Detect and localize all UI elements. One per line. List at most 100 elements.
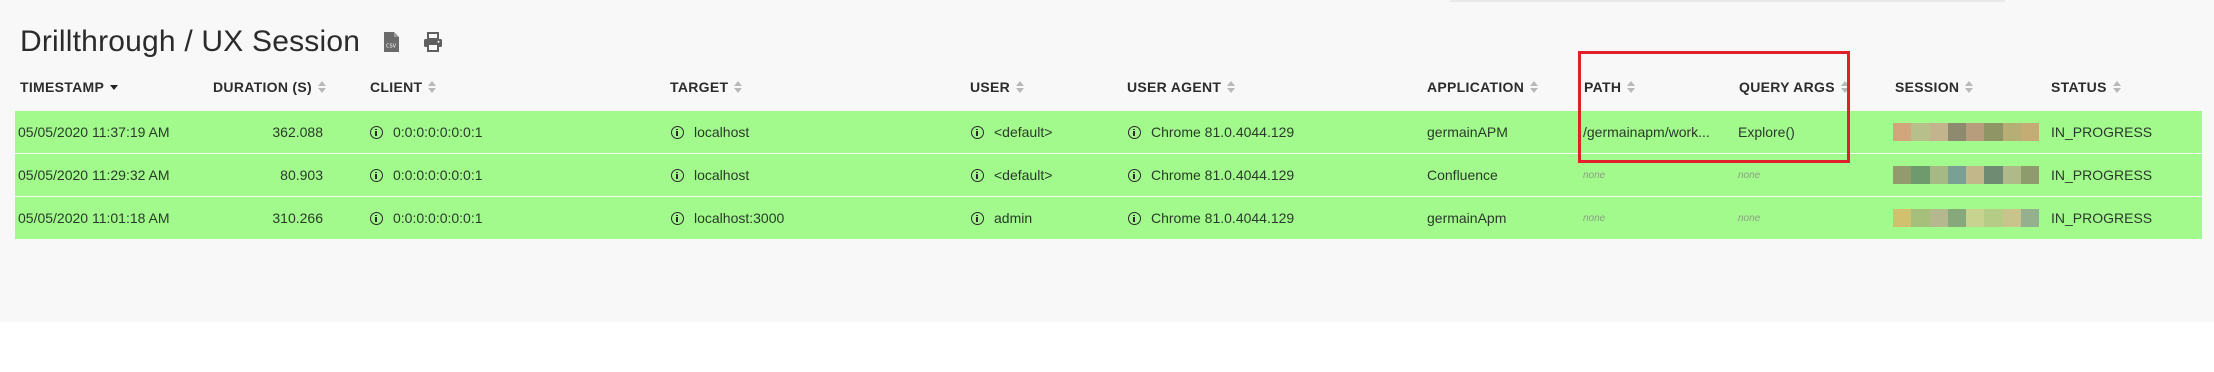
column-header-label: CLIENT xyxy=(370,79,423,95)
cell-text: IN_PROGRESS xyxy=(2051,124,2153,140)
cell-duration: 362.088 xyxy=(185,111,323,153)
info-icon[interactable] xyxy=(671,125,684,139)
cell-text: <default> xyxy=(994,124,1053,140)
session-thumbnail[interactable] xyxy=(1893,123,2039,141)
sort-icon[interactable] xyxy=(318,80,326,94)
cell-path: none xyxy=(1583,197,1733,239)
column-header-duration[interactable]: DURATION (S) xyxy=(213,72,326,102)
top-divider xyxy=(1450,0,2005,2)
cell-text: 0:0:0:0:0:0:0:1 xyxy=(393,167,483,183)
cell-application: Confluence xyxy=(1427,154,1567,196)
cell-text: 05/05/2020 11:29:32 AM xyxy=(18,167,170,183)
cell-text: 0:0:0:0:0:0:0:1 xyxy=(393,124,483,140)
cell-client: 0:0:0:0:0:0:0:1 xyxy=(370,197,650,239)
column-header-label: USER AGENT xyxy=(1127,79,1222,95)
column-header-status[interactable]: STATUS xyxy=(2051,72,2121,102)
cell-query-args: none xyxy=(1738,197,1878,239)
cell-text: localhost xyxy=(694,124,750,140)
cell-text: admin xyxy=(994,210,1033,226)
cell-session xyxy=(1893,111,2043,153)
cell-target: localhost xyxy=(671,111,951,153)
cell-text: IN_PROGRESS xyxy=(2051,167,2153,183)
info-icon[interactable] xyxy=(671,168,684,182)
table-row[interactable]: 05/05/2020 11:29:32 AM 80.903 0:0:0:0:0:0:… xyxy=(15,154,2202,196)
column-header-label: USER xyxy=(970,79,1011,95)
title-bar: Drillthrough / UX Session CSV xyxy=(20,20,444,64)
cell-user: admin xyxy=(971,197,1111,239)
app-root: Drillthrough / UX Session CSV TIMESTAMP D… xyxy=(0,0,2214,322)
cell-text: Chrome 81.0.4044.129 xyxy=(1151,210,1295,226)
cell-timestamp: 05/05/2020 11:29:32 AM xyxy=(18,154,208,196)
cell-text: 0:0:0:0:0:0:0:1 xyxy=(393,210,483,226)
sort-icon[interactable] xyxy=(1965,80,1974,94)
column-header-timestamp[interactable]: TIMESTAMP xyxy=(20,72,119,102)
cell-duration: 80.903 xyxy=(185,154,323,196)
cell-application: germainAPM xyxy=(1427,111,1567,153)
cell-user-agent: Chrome 81.0.4044.129 xyxy=(1128,154,1408,196)
column-header-label: TARGET xyxy=(670,79,729,95)
table-header: TIMESTAMP DURATION (S) CLIENT TARGET USER USE… xyxy=(0,72,2214,102)
session-thumbnail[interactable] xyxy=(1893,166,2039,184)
cell-text: IN_PROGRESS xyxy=(2051,210,2153,226)
cell-target: localhost xyxy=(671,154,951,196)
column-header-label: TIMESTAMP xyxy=(20,79,105,95)
info-icon[interactable] xyxy=(971,168,984,182)
session-thumbnail[interactable] xyxy=(1893,209,2039,227)
info-icon[interactable] xyxy=(1128,168,1141,182)
printer-icon[interactable] xyxy=(422,31,444,53)
cell-session xyxy=(1893,197,2043,239)
column-header-client[interactable]: CLIENT xyxy=(370,72,437,102)
highlight-box xyxy=(1578,51,1850,163)
cell-status: IN_PROGRESS xyxy=(2051,154,2191,196)
column-header-user[interactable]: USER xyxy=(970,72,1025,102)
cell-timestamp: 05/05/2020 11:37:19 AM xyxy=(18,111,208,153)
page-title: Drillthrough / UX Session xyxy=(20,25,361,58)
info-icon[interactable] xyxy=(1128,211,1141,225)
column-header-session[interactable]: SESSION xyxy=(1895,72,1974,102)
column-header-target[interactable]: TARGET xyxy=(670,72,743,102)
table-row[interactable]: 05/05/2020 11:01:18 AM 310.266 0:0:0:0:0:0… xyxy=(15,197,2202,239)
sort-icon[interactable] xyxy=(1016,80,1025,94)
cell-text: localhost xyxy=(694,167,750,183)
sort-icon[interactable] xyxy=(1530,80,1539,94)
info-icon[interactable] xyxy=(370,168,383,182)
cell-text: 05/05/2020 11:37:19 AM xyxy=(18,124,170,140)
info-icon[interactable] xyxy=(370,125,383,139)
sort-icon[interactable] xyxy=(1227,80,1236,94)
info-icon[interactable] xyxy=(971,211,984,225)
table-row[interactable]: 05/05/2020 11:37:19 AM 362.088 0:0:0:0:0:0… xyxy=(15,111,2202,153)
cell-status: IN_PROGRESS xyxy=(2051,197,2191,239)
sort-icon[interactable] xyxy=(734,80,743,94)
cell-text: Chrome 81.0.4044.129 xyxy=(1151,124,1295,140)
cell-client: 0:0:0:0:0:0:0:1 xyxy=(370,154,650,196)
cell-timestamp: 05/05/2020 11:01:18 AM xyxy=(18,197,208,239)
column-header-user-agent[interactable]: USER AGENT xyxy=(1127,72,1236,102)
sort-descending-icon[interactable] xyxy=(110,80,119,94)
cell-duration: 310.266 xyxy=(185,197,323,239)
cell-text: localhost:3000 xyxy=(694,210,785,226)
sort-icon[interactable] xyxy=(2112,80,2121,94)
cell-target: localhost:3000 xyxy=(671,197,951,239)
cell-text: 80.903 xyxy=(280,167,323,183)
cell-text: germainApm xyxy=(1427,210,1507,226)
cell-text: Chrome 81.0.4044.129 xyxy=(1151,167,1295,183)
column-header-label: APPLICATION xyxy=(1427,79,1525,95)
cell-text: none xyxy=(1738,212,1761,224)
cell-user-agent: Chrome 81.0.4044.129 xyxy=(1128,111,1408,153)
cell-application: germainApm xyxy=(1427,197,1567,239)
info-icon[interactable] xyxy=(671,211,684,225)
column-header-label: SESSION xyxy=(1895,79,1960,95)
sort-icon[interactable] xyxy=(428,80,437,94)
info-icon[interactable] xyxy=(971,125,984,139)
cell-text: Confluence xyxy=(1427,167,1498,183)
csv-file-icon[interactable]: CSV xyxy=(380,31,402,53)
cell-status: IN_PROGRESS xyxy=(2051,111,2191,153)
cell-user: <default> xyxy=(971,111,1111,153)
cell-text: 05/05/2020 11:01:18 AM xyxy=(18,210,170,226)
info-icon[interactable] xyxy=(370,211,383,225)
cell-text: none xyxy=(1583,212,1606,224)
column-header-application[interactable]: APPLICATION xyxy=(1427,72,1539,102)
info-icon[interactable] xyxy=(1128,125,1141,139)
svg-text:CSV: CSV xyxy=(386,43,397,49)
cell-text: 310.266 xyxy=(272,210,323,226)
